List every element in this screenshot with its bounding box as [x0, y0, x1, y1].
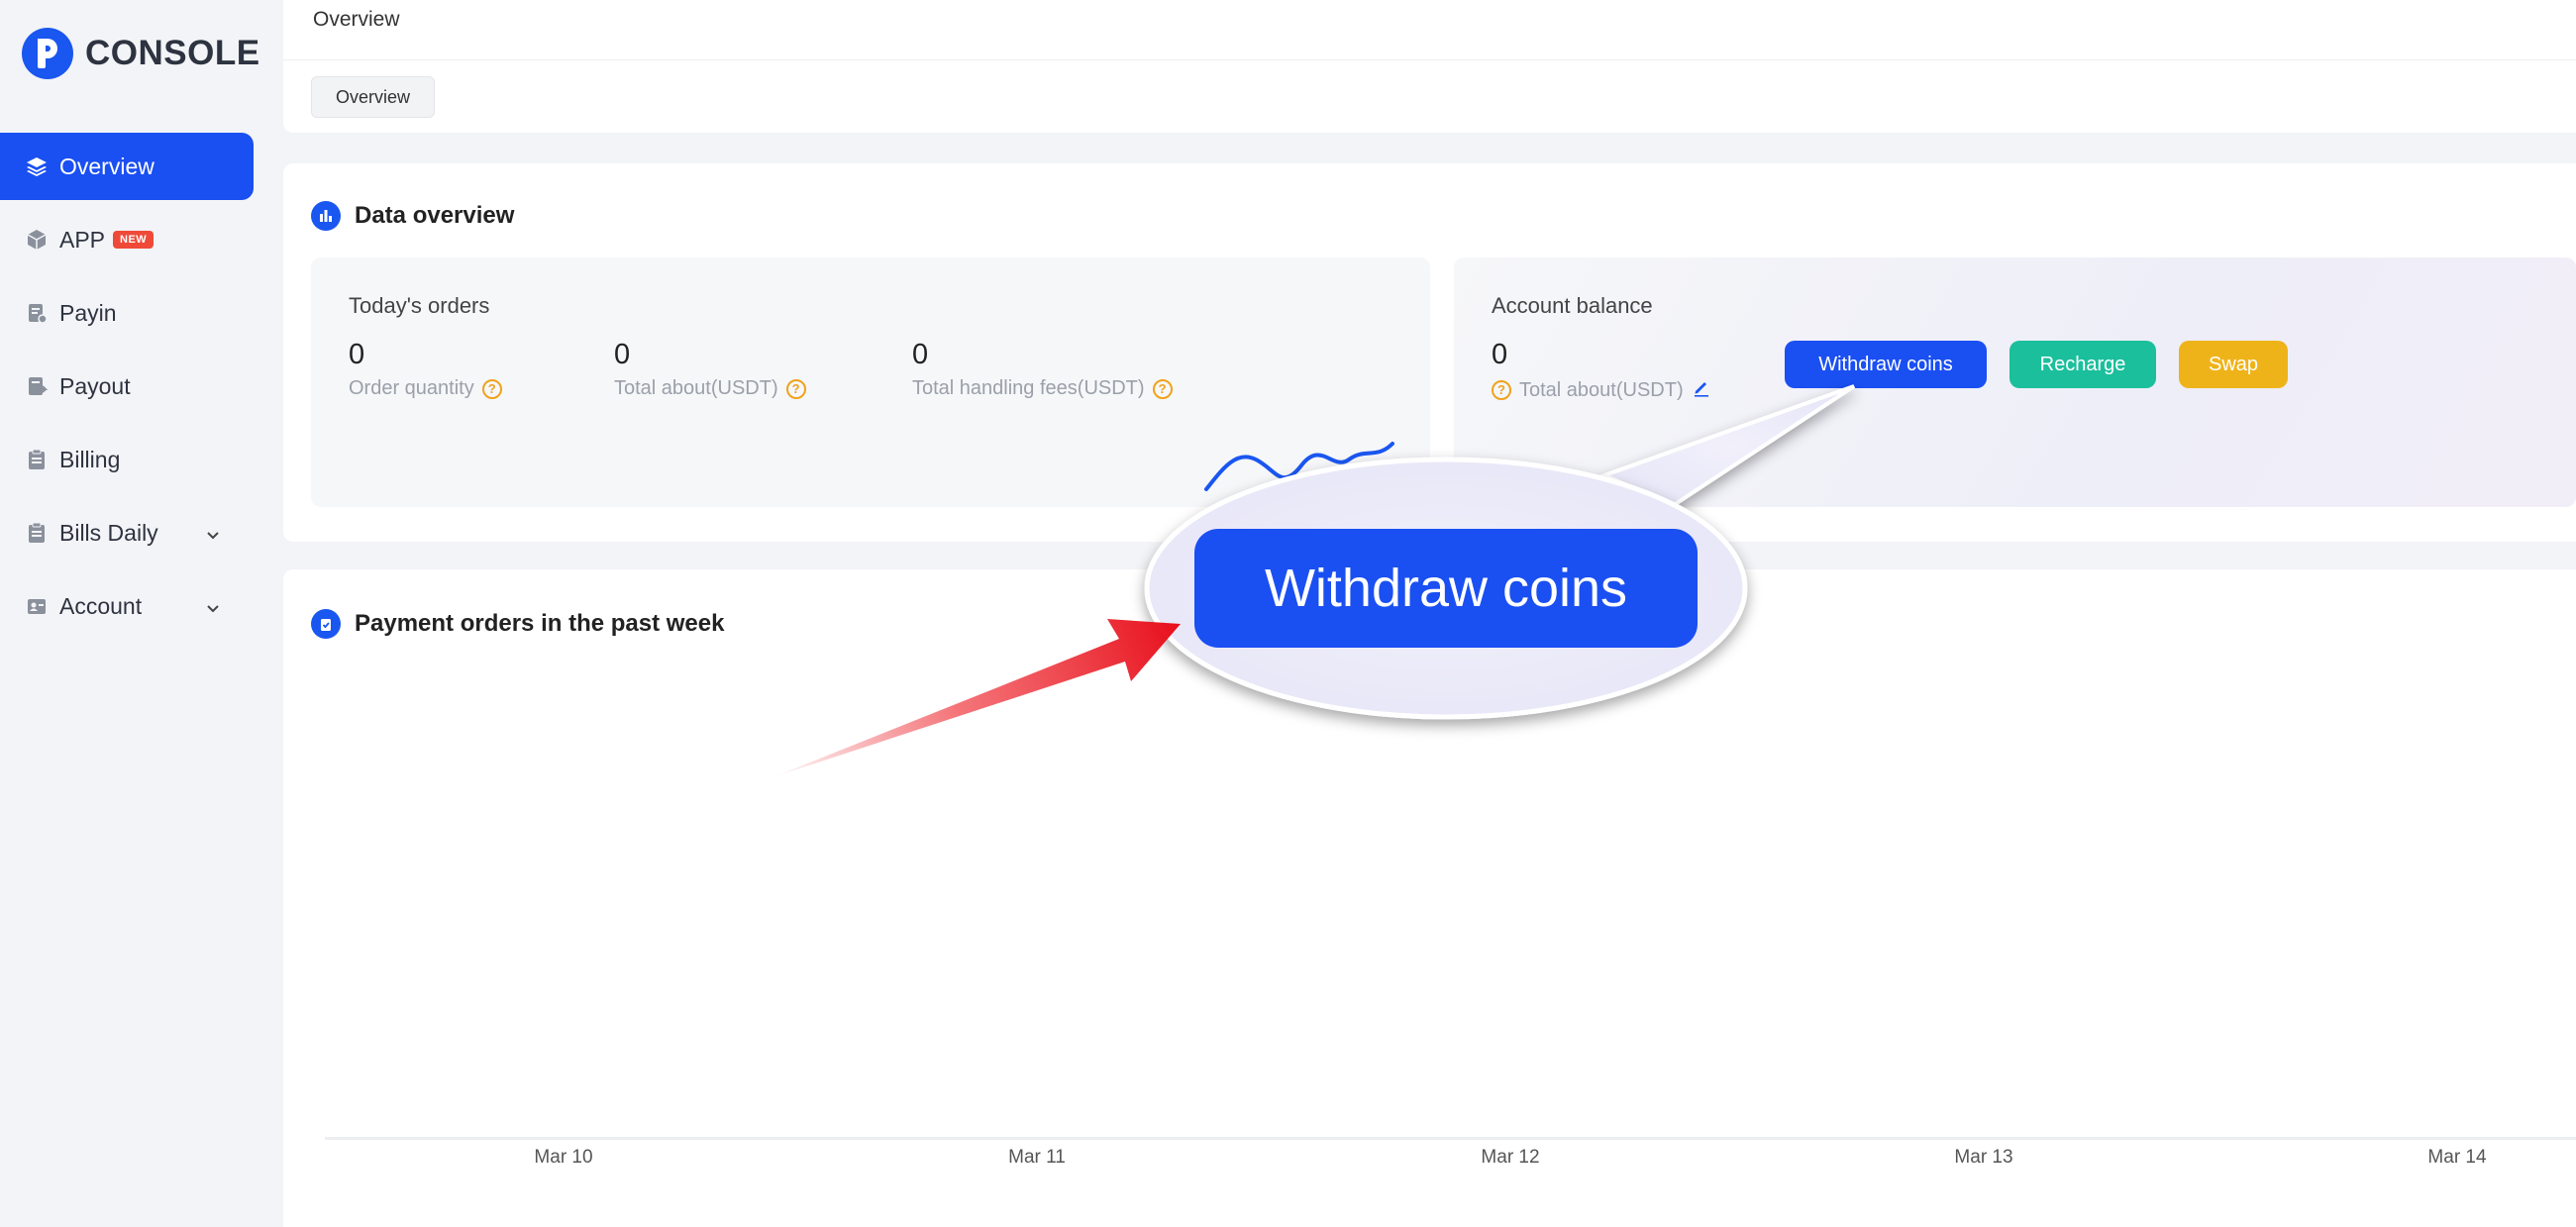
sidebar-item-billing[interactable]: Billing — [0, 426, 254, 493]
handling-fees-stat: 0 Total handling fees(USDT) ? — [912, 339, 1173, 400]
stat-label-row: Order quantity ? — [349, 377, 502, 400]
bar-chart-icon — [311, 201, 341, 231]
section-title: Data overview — [355, 202, 515, 229]
payout-icon — [26, 375, 48, 397]
help-icon[interactable]: ? — [1152, 378, 1173, 399]
stat-label-row: ? Total about(USDT) — [1492, 377, 1711, 403]
tab-overview[interactable]: Overview — [311, 76, 436, 118]
x-axis-label: Mar 10 — [534, 1147, 593, 1168]
clipboard-icon — [26, 522, 48, 544]
chart-x-axis — [325, 1137, 2576, 1140]
payment-orders-header: Payment orders in the past week — [311, 609, 724, 639]
withdraw-coins-button[interactable]: Withdraw coins — [1785, 341, 1987, 388]
sidebar-item-payin[interactable]: Payin — [0, 279, 254, 347]
stat-label-row: Total about(USDT) ? — [614, 377, 806, 400]
card-title: Today's orders — [349, 293, 490, 318]
sidebar-item-label: Account — [59, 592, 143, 619]
total-usdt-stat: 0 Total about(USDT) ? — [614, 339, 806, 400]
payment-orders-panel: Payment orders in the past week Mar 10 M… — [283, 569, 2576, 1227]
layers-icon — [26, 155, 48, 177]
stat-label: Total about(USDT) — [1519, 378, 1684, 401]
sidebar-item-label: Payout — [59, 372, 131, 399]
help-icon[interactable]: ? — [785, 378, 806, 399]
new-badge: NEW — [113, 231, 155, 249]
sparkline-decoration — [1204, 442, 1394, 491]
stat-value: 0 — [614, 339, 631, 370]
help-icon[interactable]: ? — [1492, 380, 1511, 400]
sidebar-nav: Overview APP NEW Payin Payout Billing Bi… — [0, 133, 254, 646]
payin-icon — [26, 302, 48, 324]
stat-label: Total about(USDT) — [614, 377, 778, 399]
card-title: Account balance — [1492, 293, 1653, 318]
sidebar-item-account[interactable]: Account — [0, 572, 254, 640]
chevron-down-icon — [204, 597, 222, 624]
sidebar-item-label: Payin — [59, 299, 117, 326]
balance-stat: 0 ? Total about(USDT) — [1492, 339, 1711, 403]
sidebar-item-label: Billing — [59, 446, 121, 472]
cube-icon — [26, 229, 48, 251]
sidebar: CONSOLE Overview APP NEW Payin Payout Bi… — [0, 0, 269, 1227]
brand-name: CONSOLE — [85, 34, 260, 72]
section-title: Payment orders in the past week — [355, 610, 725, 637]
id-card-icon — [26, 595, 48, 617]
balance-value: 0 — [1492, 339, 1508, 370]
page-title: Overview — [313, 8, 400, 31]
data-overview-header: Data overview — [311, 201, 514, 231]
edit-icon[interactable] — [1692, 377, 1711, 403]
stat-label: Total handling fees(USDT) — [912, 377, 1145, 399]
sidebar-item-label: APP — [59, 226, 106, 253]
chevron-down-icon — [204, 524, 222, 551]
header-divider — [283, 59, 2576, 60]
page-header: Overview Overview — [283, 0, 2576, 133]
recharge-button[interactable]: Recharge — [2009, 341, 2156, 388]
x-axis-label: Mar 11 — [1008, 1147, 1066, 1168]
sidebar-item-payout[interactable]: Payout — [0, 353, 254, 420]
sidebar-item-bills-daily[interactable]: Bills Daily — [0, 499, 254, 566]
swap-button[interactable]: Swap — [2179, 341, 2288, 388]
sidebar-item-label: Bills Daily — [59, 519, 158, 546]
logo[interactable]: CONSOLE — [22, 28, 260, 79]
callout-withdraw-coins-button[interactable]: Withdraw coins — [1194, 529, 1698, 648]
stat-value: 0 — [349, 339, 365, 370]
clipboard-icon — [26, 449, 48, 470]
stat-label-row: Total handling fees(USDT) ? — [912, 377, 1173, 400]
help-icon[interactable]: ? — [481, 378, 502, 399]
x-axis-label: Mar 14 — [2427, 1147, 2487, 1168]
clipboard-check-icon — [311, 609, 341, 639]
sidebar-item-overview[interactable]: Overview — [0, 133, 254, 200]
sidebar-item-app[interactable]: APP NEW — [0, 206, 254, 273]
sidebar-item-label: Overview — [59, 153, 155, 179]
x-axis-label: Mar 12 — [1481, 1147, 1540, 1168]
x-axis-label: Mar 13 — [1954, 1147, 2013, 1168]
stat-value: 0 — [912, 339, 929, 370]
order-quantity-stat: 0 Order quantity ? — [349, 339, 502, 400]
logo-icon — [22, 28, 73, 79]
todays-orders-card: Today's orders 0 Order quantity ? 0 Tota… — [311, 257, 1430, 507]
stat-label: Order quantity — [349, 377, 474, 399]
